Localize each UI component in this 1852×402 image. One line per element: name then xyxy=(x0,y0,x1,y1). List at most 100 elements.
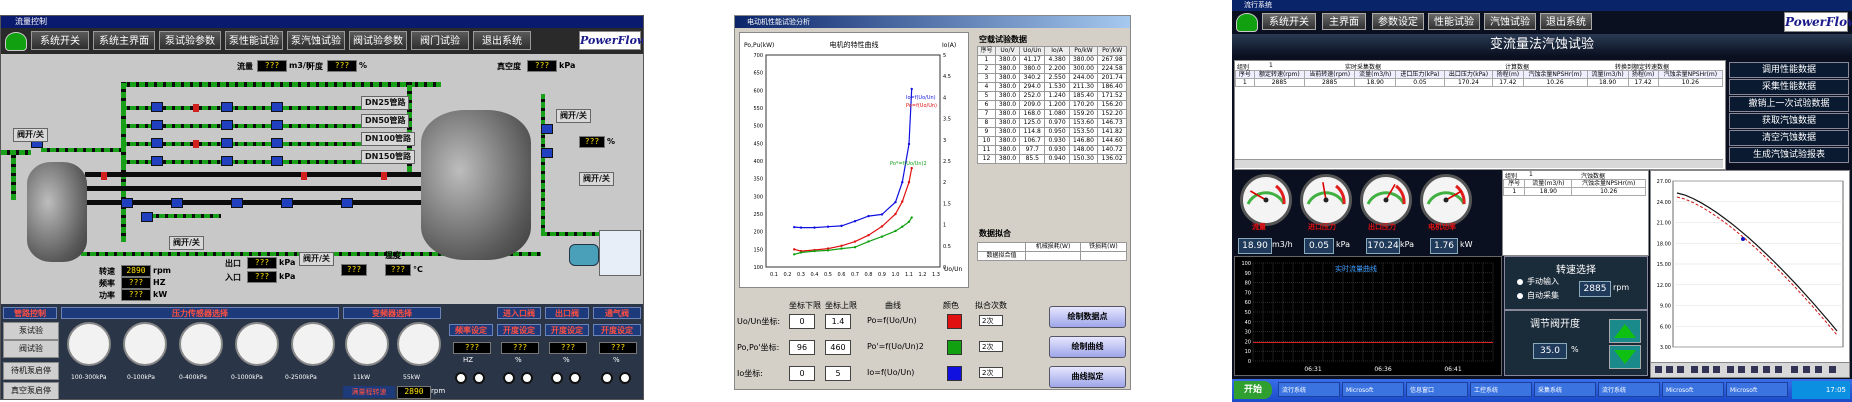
table-row[interactable]: 4 380.0 294.0 1.530 211.30 186.40 xyxy=(977,82,1127,92)
fit-curve-button[interactable]: 曲线拟定 xyxy=(1049,366,1126,388)
outlet-knob-left[interactable] xyxy=(551,372,563,384)
valve-dn150-1[interactable] xyxy=(151,156,163,166)
range-3[interactable]: 0-400kPa xyxy=(179,374,207,381)
menu-params[interactable]: 参数设定 xyxy=(1372,13,1424,30)
menu-system-main[interactable]: 系统主界面 xyxy=(93,31,155,50)
undo-last-button[interactable]: 撤销上一次试验数据 xyxy=(1729,96,1849,112)
valve-switch-left[interactable]: 阀开/关 xyxy=(13,128,48,142)
valve-bottom-5[interactable] xyxy=(341,198,353,208)
range-1[interactable]: 100-300kPa xyxy=(71,374,107,381)
horizontal-scrollbar[interactable] xyxy=(1235,159,1723,168)
valve-opening-input[interactable]: 35.0 xyxy=(1533,343,1567,359)
taskbar-item[interactable]: 流行系统 xyxy=(1278,382,1340,397)
menu-cavitation[interactable]: 汽蚀试验 xyxy=(1484,13,1536,30)
table-row[interactable]: 1 380.0 41.17 4.380 380.00 267.98 xyxy=(977,55,1127,65)
x-hi-input[interactable]: 1.4 xyxy=(825,314,851,329)
taskbar-item[interactable]: 工控系统 xyxy=(1470,382,1532,397)
color-io-swatch[interactable] xyxy=(947,366,962,381)
valve-test-option[interactable]: 阀试验 xyxy=(3,340,59,358)
menu-main[interactable]: 主界面 xyxy=(1322,13,1366,30)
menu-exit[interactable]: 退出系统 xyxy=(473,31,531,50)
table-row[interactable]: 8 380.0 125.0 0.970 153.60 146.73 xyxy=(977,118,1127,128)
vfd-selector[interactable]: 11kW 55kW xyxy=(347,374,445,384)
color-po2-swatch[interactable] xyxy=(947,340,962,355)
outlet-opening-field[interactable]: ??? xyxy=(549,342,587,354)
p-hi-input[interactable]: 460 xyxy=(825,340,851,355)
i-lo-input[interactable]: 0 xyxy=(789,366,815,381)
table-row[interactable]: 12 380.0 85.5 0.940 150.30 136.02 xyxy=(977,154,1127,164)
range-4[interactable]: 0-1000kPa xyxy=(231,374,263,381)
inlet-opening-field[interactable]: ??? xyxy=(501,342,539,354)
valve-dn50-3[interactable] xyxy=(271,120,283,130)
table-row[interactable]: 6 380.0 209.0 1.200 170.20 156.20 xyxy=(977,100,1127,110)
valve-dn50-2[interactable] xyxy=(221,120,233,130)
valve-bottom-1[interactable] xyxy=(121,198,133,208)
taskbar-item[interactable]: Microsoft xyxy=(1726,382,1788,397)
valve-dn150-2[interactable] xyxy=(221,156,233,166)
menu-valve-test[interactable]: 阀门试验 xyxy=(411,31,469,50)
get-cavitation-button[interactable]: 获取汽蚀数据 xyxy=(1729,113,1849,129)
p-lo-input[interactable]: 96 xyxy=(789,340,815,355)
clear-cavitation-button[interactable]: 清空汽蚀数据 xyxy=(1729,130,1849,146)
load-performance-button[interactable]: 调用性能数据 xyxy=(1729,62,1849,78)
inlet-knob-left[interactable] xyxy=(503,372,515,384)
table-row[interactable]: 11 380.0 97.7 0.930 148.00 140.72 xyxy=(977,145,1127,155)
valve-bottom-2[interactable] xyxy=(171,198,183,208)
i-hi-input[interactable]: 5 xyxy=(825,366,851,381)
valve-dn100-2[interactable] xyxy=(221,138,233,148)
inlet-knob-right[interactable] xyxy=(521,372,533,384)
speed-input[interactable]: 2885 xyxy=(1579,281,1611,297)
standby-pump-button[interactable]: 待机泵启停 xyxy=(3,362,59,380)
chart-toolbar[interactable] xyxy=(1650,362,1850,378)
valve-dn100-1[interactable] xyxy=(151,138,163,148)
freq-knob-left[interactable] xyxy=(455,372,467,384)
vfd-55kw[interactable]: 55kW xyxy=(403,374,420,381)
valve-up-button[interactable] xyxy=(1609,319,1641,343)
report-button[interactable]: 生成汽蚀试验报表 xyxy=(1729,147,1849,163)
valve-down-button[interactable] xyxy=(1609,345,1641,369)
menu-system-switch[interactable]: 系统开关 xyxy=(1262,13,1316,30)
vent-opening-field[interactable]: ??? xyxy=(599,342,637,354)
outlet-knob-right[interactable] xyxy=(569,372,581,384)
table-row[interactable]: 5 380.0 252.0 1.240 185.40 171.52 xyxy=(977,91,1127,101)
table-row[interactable]: 10 380.0 106.7 0.930 146.80 144.60 xyxy=(977,136,1127,146)
range-5[interactable]: 0-2500kPa xyxy=(285,374,317,381)
valve-switch-bottom-2[interactable]: 阀开/关 xyxy=(299,252,334,266)
valve-switch-bottom-1[interactable]: 阀开/关 xyxy=(169,236,204,250)
draw-points-button[interactable]: 绘制数据点 xyxy=(1049,306,1126,328)
order-io-select[interactable]: 2次 xyxy=(979,367,1003,378)
range-2[interactable]: 0-100kPa xyxy=(127,374,155,381)
vfd-11kw[interactable]: 11kW xyxy=(353,374,370,381)
table-row[interactable]: 9 380.0 114.8 0.950 153.50 141.82 xyxy=(977,127,1127,137)
color-po-swatch[interactable] xyxy=(947,314,962,329)
vent-knob-right[interactable] xyxy=(619,372,631,384)
system-icon[interactable] xyxy=(1236,13,1258,32)
speed-input-field[interactable]: 2890 xyxy=(397,386,431,399)
valve-right-2[interactable] xyxy=(541,148,553,158)
system-icon[interactable] xyxy=(5,32,27,51)
menu-pump-performance[interactable]: 泵性能试验 xyxy=(225,31,283,50)
vent-knob-left[interactable] xyxy=(601,372,613,384)
menu-pump-cavitation[interactable]: 泵汽蚀试验 xyxy=(287,31,345,50)
table-row[interactable]: 1 2885 2885 18.90 0.05 170.24 17.42 10.26 18.90 1… xyxy=(1235,78,1724,87)
valve-bottom-3[interactable] xyxy=(231,198,243,208)
order-po2-select[interactable]: 2次 xyxy=(979,341,1003,352)
valve-dn50-1[interactable] xyxy=(151,120,163,130)
auto-radio[interactable] xyxy=(1517,293,1523,299)
taskbar-item[interactable]: 信息窗口 xyxy=(1406,382,1468,397)
valve-dn25-3[interactable] xyxy=(271,102,283,112)
valve-switch-right-1[interactable]: 阀开/关 xyxy=(556,109,591,123)
pump-test-option[interactable]: 泵试验 xyxy=(3,322,59,340)
order-po-select[interactable]: 2次 xyxy=(979,315,1003,326)
freq-set-field[interactable]: ??? xyxy=(453,342,491,354)
x-lo-input[interactable]: 0 xyxy=(789,314,815,329)
valve-dn25-2[interactable] xyxy=(221,102,233,112)
table-row[interactable]: 2 380.0 380.0 2.200 300.00 224.58 xyxy=(977,64,1127,74)
valve-dn150-3[interactable] xyxy=(271,156,283,166)
vacuum-pump-button[interactable]: 真空泵启停 xyxy=(3,382,59,399)
valve-switch-right-2[interactable]: 阀开/关 xyxy=(579,172,614,186)
table-row[interactable]: 7 380.0 168.0 1.080 159.20 152.20 xyxy=(977,109,1127,119)
draw-curve-button[interactable]: 绘制曲线 xyxy=(1049,336,1126,358)
menu-system-switch[interactable]: 系统开关 xyxy=(31,31,89,50)
taskbar-item[interactable]: 采集系统 xyxy=(1534,382,1596,397)
